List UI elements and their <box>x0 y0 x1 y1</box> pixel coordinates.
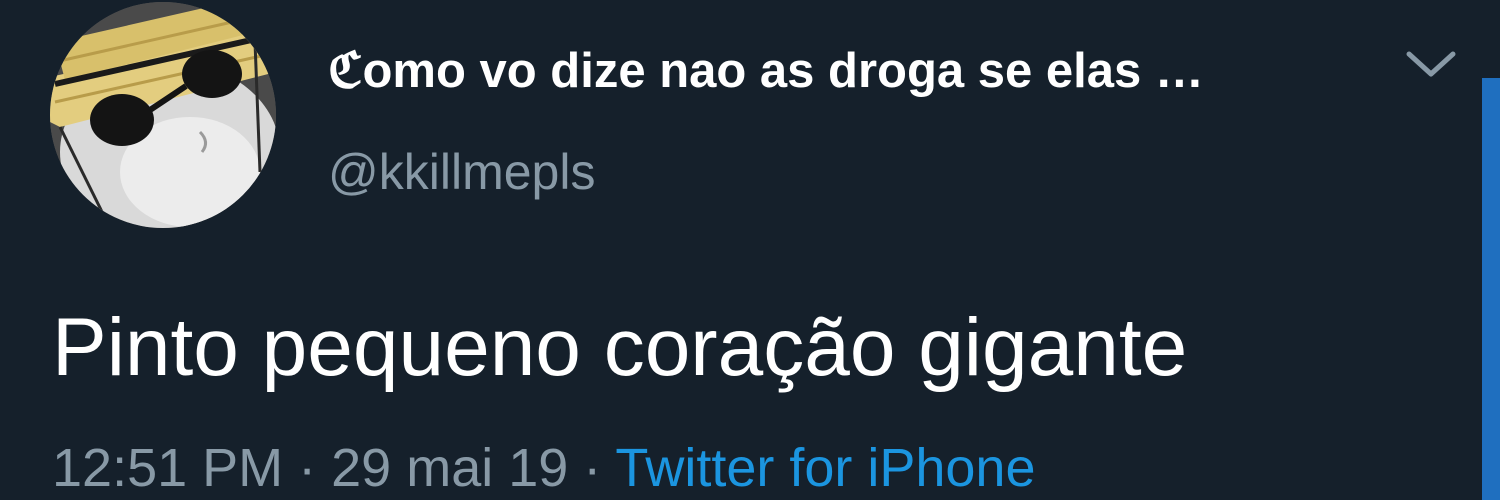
display-name-text: omo vo dize nao as droga se elas … <box>362 44 1204 98</box>
avatar[interactable] <box>50 2 276 228</box>
tweet-date: 29 mai 19 <box>331 438 569 498</box>
meta-separator: · <box>283 438 332 498</box>
display-name-initial: ℭ <box>328 41 363 99</box>
tweet-metadata: 12:51 PM · 29 mai 19 · Twitter for iPhon… <box>52 436 1036 500</box>
display-name[interactable]: ℭomo vo dize nao as droga se elas … <box>328 40 1328 101</box>
tweet-source-link[interactable]: Twitter for iPhone <box>615 438 1035 498</box>
cat-avatar-image <box>50 2 276 228</box>
chevron-down-icon[interactable] <box>1403 44 1459 84</box>
meta-separator: · <box>568 438 616 498</box>
tweet-text: Pinto pequeno coração gigante <box>52 302 1188 393</box>
tweet-detail: ℭomo vo dize nao as droga se elas … @kki… <box>0 0 1500 500</box>
tweet-time: 12:51 PM <box>52 438 284 498</box>
user-handle[interactable]: @kkillmepls <box>328 140 595 204</box>
scrollbar[interactable] <box>1482 78 1500 500</box>
